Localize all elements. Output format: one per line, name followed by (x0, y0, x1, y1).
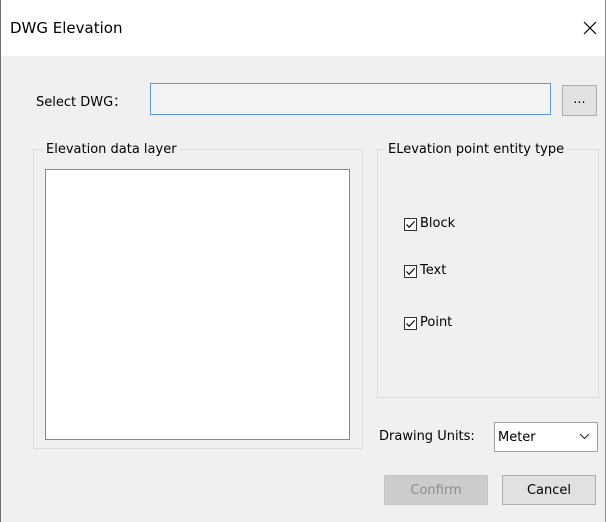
point-checkbox-label: Point (420, 315, 453, 330)
chevron-down-icon (579, 433, 590, 440)
drawing-units-label: Drawing Units: (379, 429, 475, 444)
cancel-button[interactable]: Cancel (502, 475, 596, 505)
dwg-path-input[interactable] (150, 83, 551, 115)
title-bar: DWG Elevation (1, 0, 605, 56)
drawing-units-value: Meter (498, 429, 536, 445)
checkmark-icon (406, 267, 416, 275)
checkmark-icon (406, 319, 416, 327)
block-checkbox-row[interactable]: Block (404, 216, 455, 232)
block-checkbox-label: Block (420, 216, 456, 231)
text-checkbox[interactable] (404, 264, 417, 278)
checkmark-icon (406, 220, 416, 228)
text-checkbox-label: Text (420, 263, 447, 278)
block-checkbox[interactable] (404, 217, 417, 231)
entity-type-group-title: ELevation point entity type (385, 141, 568, 158)
confirm-button[interactable]: Confirm (384, 475, 488, 505)
close-icon (583, 21, 597, 35)
window-title: DWG Elevation (10, 19, 123, 37)
point-checkbox-row[interactable]: Point (404, 315, 452, 331)
elevation-layer-list[interactable] (45, 169, 350, 440)
close-button[interactable] (575, 10, 605, 46)
dwg-elevation-dialog: DWG Elevation Select DWG： ... Elevation … (0, 0, 606, 522)
point-checkbox[interactable] (404, 316, 417, 330)
select-dwg-label: Select DWG： (36, 95, 127, 110)
browse-button[interactable]: ... (562, 85, 597, 116)
drawing-units-select[interactable]: Meter (494, 422, 598, 452)
text-checkbox-row[interactable]: Text (404, 263, 446, 279)
elevation-layer-group-title: Elevation data layer (43, 141, 180, 158)
